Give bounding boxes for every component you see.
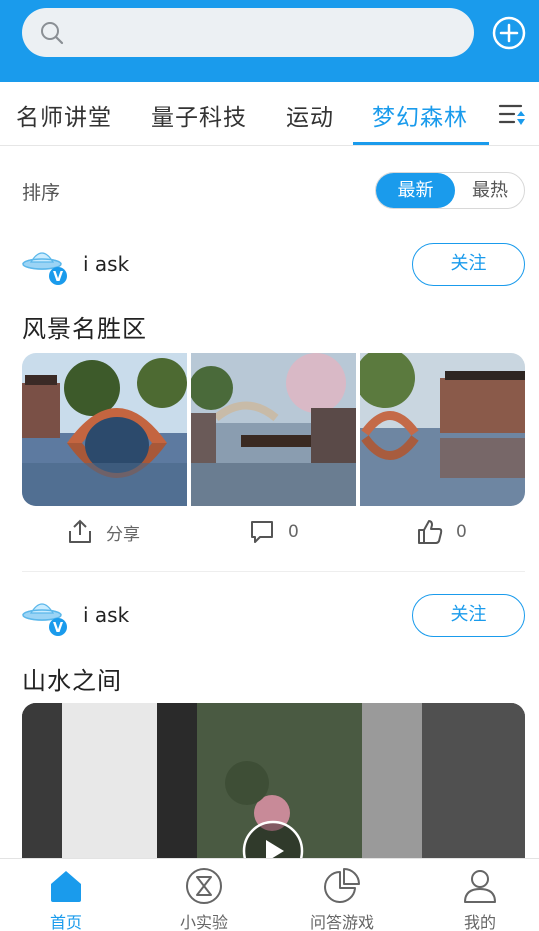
follow-button[interactable]: 关注 <box>412 594 525 637</box>
ufo-avatar-icon[interactable]: V <box>22 242 68 288</box>
sort-newest-button[interactable]: 最新 <box>376 173 455 208</box>
like-action[interactable]: 0 <box>416 516 467 548</box>
nav-home[interactable]: 首页 <box>11 859 121 931</box>
pie-chart-icon <box>324 868 360 903</box>
sort-toggle: 最新 最热 <box>375 172 525 209</box>
share-action[interactable]: 分享 <box>66 516 140 548</box>
post-video[interactable] <box>22 703 525 863</box>
share-label: 分享 <box>106 524 140 545</box>
nav-experiment[interactable]: 小实验 <box>149 859 259 931</box>
nav-profile-label: 我的 <box>463 913 496 931</box>
post-divider <box>22 571 525 572</box>
like-count: 0 <box>456 522 467 542</box>
search-icon <box>41 22 64 45</box>
post-photo-1[interactable] <box>22 353 187 506</box>
post-photo-2[interactable] <box>191 353 356 506</box>
top-header <box>0 0 539 82</box>
nav-profile[interactable]: 我的 <box>425 859 535 931</box>
category-tabs: 名师讲堂 量子科技 运动 梦幻森林 <box>0 82 539 146</box>
post-photo-3[interactable] <box>360 353 525 506</box>
author-name[interactable]: i ask <box>83 252 129 276</box>
add-icon[interactable] <box>491 15 527 51</box>
user-icon <box>464 870 496 903</box>
tab-dream-forest[interactable]: 梦幻森林 <box>372 98 468 132</box>
sort-hottest-button[interactable]: 最热 <box>455 173 525 208</box>
author-name[interactable]: i ask <box>83 603 129 627</box>
follow-button[interactable]: 关注 <box>412 243 525 286</box>
share-icon <box>69 519 91 543</box>
svg-text:V: V <box>53 621 63 636</box>
nav-quiz-game-label: 问答游戏 <box>309 913 374 931</box>
nav-experiment-label: 小实验 <box>179 913 228 931</box>
thumbs-up-icon <box>418 520 443 544</box>
tab-teacher-lecture[interactable]: 名师讲堂 <box>16 98 112 132</box>
tab-sort-menu-icon[interactable] <box>497 100 527 130</box>
post-title[interactable]: 风景名胜区 <box>22 309 147 344</box>
comment-count: 0 <box>288 522 299 542</box>
active-tab-indicator <box>353 142 489 145</box>
tab-sports[interactable]: 运动 <box>286 98 334 132</box>
tab-quantum-tech[interactable]: 量子科技 <box>151 98 247 132</box>
ufo-avatar-icon[interactable]: V <box>22 593 68 639</box>
comment-action[interactable]: 0 <box>248 516 299 548</box>
app-screen: 名师讲堂 量子科技 运动 梦幻森林 排序 最新 最热 V i ask 关注 风景… <box>0 0 539 931</box>
home-icon <box>51 871 81 902</box>
bottom-nav: 首页 小实验 问答游戏 我的 <box>0 858 539 931</box>
svg-text:V: V <box>53 270 63 285</box>
nav-home-label: 首页 <box>49 913 82 931</box>
search-input[interactable] <box>22 8 474 57</box>
sort-label: 排序 <box>22 182 61 204</box>
hourglass-icon <box>186 868 222 904</box>
nav-quiz-game[interactable]: 问答游戏 <box>287 859 397 931</box>
post-title[interactable]: 山水之间 <box>22 661 122 696</box>
comment-icon <box>251 521 273 543</box>
